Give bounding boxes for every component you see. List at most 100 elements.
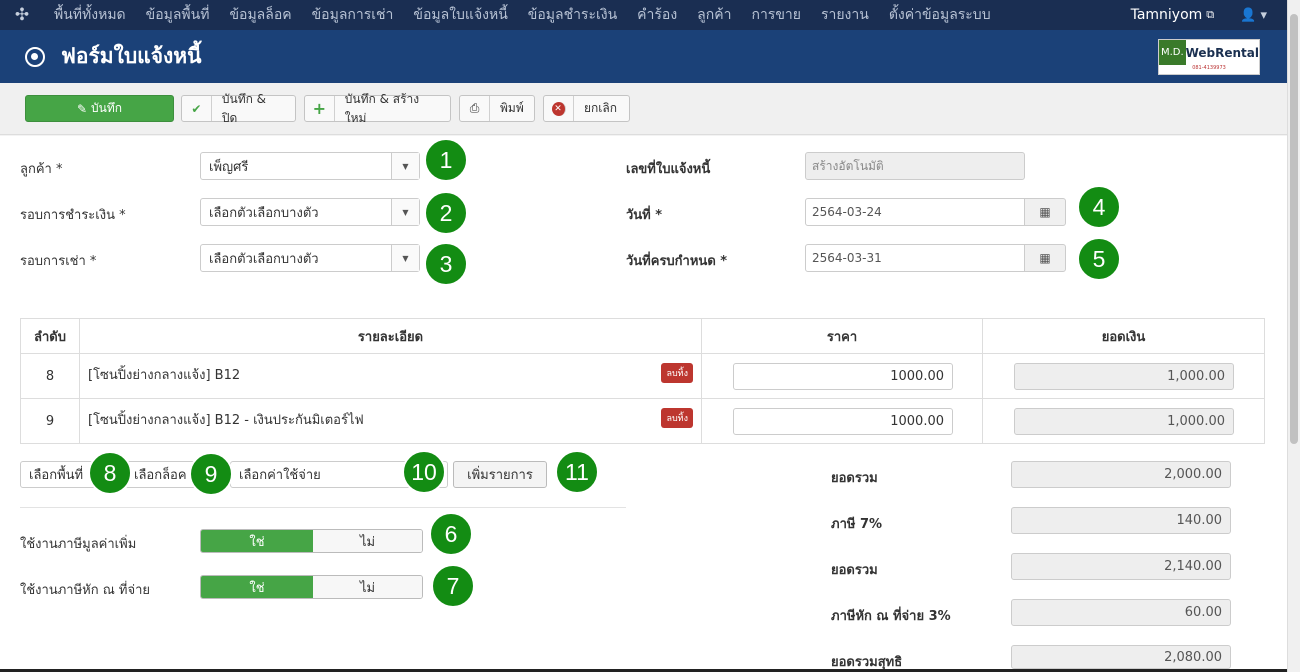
nav-user-area: Tamniyom ⧉ 👤 ▾ bbox=[1131, 0, 1267, 30]
save-button-label: บันทึก bbox=[91, 101, 123, 115]
add-item-button[interactable]: เพิ่มรายการ bbox=[453, 461, 547, 488]
due-date-label: วันที่ครบกำหนด * bbox=[626, 254, 728, 269]
nav-settings[interactable]: ตั้งค่าข้อมูลระบบ bbox=[879, 4, 1001, 26]
due-date-input[interactable]: 2564-03-31 bbox=[805, 244, 1025, 272]
joomla-icon[interactable]: ✣ bbox=[0, 5, 44, 25]
nav-requests[interactable]: คำร้อง bbox=[627, 4, 687, 26]
calendar-icon[interactable]: ▦ bbox=[1024, 198, 1066, 226]
price-input[interactable]: 1000.00 bbox=[733, 363, 953, 390]
print-icon: ⎙ bbox=[460, 96, 490, 121]
annotation-badge: 8 bbox=[88, 451, 132, 495]
chevron-down-icon[interactable]: ▼ bbox=[391, 153, 419, 179]
user-site-link[interactable]: Tamniyom bbox=[1131, 7, 1203, 23]
customer-label: ลูกค้า * bbox=[20, 162, 63, 177]
calendar-icon[interactable]: ▦ bbox=[1024, 244, 1066, 272]
nav-sales[interactable]: การขาย bbox=[741, 4, 811, 26]
nav-lock-data[interactable]: ข้อมูลล็อค bbox=[219, 4, 301, 26]
vat-toggle: ใช่ ไม่ bbox=[200, 529, 423, 553]
nav-payment-data[interactable]: ข้อมูลชำระเงิน bbox=[518, 4, 627, 26]
payment-cycle-select[interactable]: เลือกตัวเลือกบางตัว ▼ bbox=[200, 198, 420, 226]
customer-select[interactable]: เพ็ญศรี ▼ bbox=[200, 152, 420, 180]
date-input[interactable]: 2564-03-24 bbox=[805, 198, 1025, 226]
nav-invoice-data[interactable]: ข้อมูลใบแจ้งหนี้ bbox=[403, 4, 517, 26]
nav-all-areas[interactable]: พื้นที่ทั้งหมด bbox=[44, 4, 136, 26]
row-desc-cell: [โซนปิ้งย่างกลางแจ้ง] B12 ลบทิ้ง bbox=[79, 353, 702, 399]
rental-cycle-select[interactable]: เลือกตัวเลือกบางตัว ▼ bbox=[200, 244, 420, 272]
chevron-down-icon[interactable]: ▼ bbox=[391, 245, 419, 271]
row-price-cell: 1000.00 bbox=[701, 398, 983, 444]
divider bbox=[20, 507, 626, 508]
vat-no-option[interactable]: ไม่ bbox=[313, 530, 422, 552]
cancel-label: ยกเลิก bbox=[584, 101, 618, 115]
amount-field: 1,000.00 bbox=[1014, 408, 1234, 435]
price-input[interactable]: 1000.00 bbox=[733, 408, 953, 435]
brand-logo: M.D. WebRental 081-4139973 bbox=[1158, 39, 1260, 75]
nav-area-data[interactable]: ข้อมูลพื้นที่ bbox=[136, 4, 220, 26]
row-amount-cell: 1,000.00 bbox=[982, 353, 1265, 399]
check-icon: ✔ bbox=[182, 96, 212, 121]
form-content: ลูกค้า * เพ็ญศรี ▼ รอบการชำระเงิน * เลือ… bbox=[0, 136, 1287, 672]
print-label: พิมพ์ bbox=[500, 101, 524, 115]
cancel-button[interactable]: ✕ ยกเลิก bbox=[543, 95, 630, 122]
cancel-icon-wrap: ✕ bbox=[544, 96, 574, 121]
wht-no-option[interactable]: ไม่ bbox=[313, 576, 422, 598]
annotation-badge: 5 bbox=[1077, 237, 1121, 281]
edit-icon: ✎ bbox=[76, 101, 88, 116]
save-close-button[interactable]: ✔ บันทึก & ปิด bbox=[181, 92, 296, 125]
col-amount: ยอดเงิน bbox=[982, 318, 1265, 354]
wht-amount-label: ภาษีหัก ณ ที่จ่าย 3% bbox=[831, 609, 951, 624]
annotation-badge: 11 bbox=[555, 450, 599, 494]
top-navbar: ✣ พื้นที่ทั้งหมด ข้อมูลพื้นที่ ข้อมูลล็อ… bbox=[0, 0, 1287, 30]
annotation-badge: 1 bbox=[424, 138, 468, 182]
scrollbar-thumb[interactable] bbox=[1290, 14, 1298, 444]
vat-amount-label: ภาษี 7% bbox=[831, 517, 883, 532]
col-price: ราคา bbox=[701, 318, 983, 354]
row-amount-cell: 1,000.00 bbox=[982, 398, 1265, 444]
nav-rental-data[interactable]: ข้อมูลการเช่า bbox=[302, 4, 404, 26]
row-desc-cell: [โซนปิ้งย่างกลางแจ้ง] B12 - เงินประกันมิ… bbox=[79, 398, 702, 444]
annotation-badge: 6 bbox=[429, 512, 473, 556]
print-button[interactable]: ⎙ พิมพ์ bbox=[459, 95, 535, 122]
subtotal-label: ยอดรวม bbox=[831, 471, 878, 486]
save-new-button[interactable]: + บันทึก & สร้างใหม่ bbox=[304, 92, 451, 125]
cancel-icon: ✕ bbox=[551, 101, 566, 116]
logo-phone: 081-4139973 bbox=[1192, 65, 1226, 71]
delete-row-button[interactable]: ลบทิ้ง bbox=[661, 408, 693, 428]
page-header: ฟอร์มใบแจ้งหนี้ M.D. WebRental 081-41399… bbox=[0, 30, 1287, 83]
row-no: 9 bbox=[20, 398, 80, 444]
row-no: 8 bbox=[20, 353, 80, 399]
total-field: 2,140.00 bbox=[1011, 553, 1231, 580]
vat-yes-option[interactable]: ใช่ bbox=[201, 530, 313, 552]
wht-label: ใช้งานภาษีหัก ณ ที่จ่าย bbox=[20, 583, 151, 598]
annotation-badge: 2 bbox=[424, 191, 468, 235]
payment-cycle-select-value: เลือกตัวเลือกบางตัว bbox=[209, 205, 319, 221]
user-icon[interactable]: 👤 ▾ bbox=[1240, 8, 1267, 23]
annotation-badge: 9 bbox=[189, 452, 233, 496]
wht-yes-option[interactable]: ใช่ bbox=[201, 576, 313, 598]
plus-icon: + bbox=[305, 96, 335, 121]
table-row: 8 [โซนปิ้งย่างกลางแจ้ง] B12 ลบทิ้ง 1000.… bbox=[20, 353, 1265, 399]
annotation-badge: 7 bbox=[431, 564, 475, 608]
nav-reports[interactable]: รายงาน bbox=[811, 4, 879, 26]
col-no: ลำดับ bbox=[20, 318, 80, 354]
toolbar: ✎ บันทึก ✔ บันทึก & ปิด + บันทึก & สร้าง… bbox=[0, 83, 1287, 135]
rental-cycle-label: รอบการเช่า * bbox=[20, 254, 97, 269]
delete-row-button[interactable]: ลบทิ้ง bbox=[661, 363, 693, 383]
wht-amount-field: 60.00 bbox=[1011, 599, 1231, 626]
page-scrollbar[interactable] bbox=[1287, 0, 1300, 672]
chevron-down-icon[interactable]: ▼ bbox=[391, 199, 419, 225]
total-label: ยอดรวม bbox=[831, 563, 878, 578]
save-button[interactable]: ✎ บันทึก bbox=[25, 95, 174, 122]
net-total-field: 2,080.00 bbox=[1011, 645, 1231, 669]
external-link-icon[interactable]: ⧉ bbox=[1206, 8, 1214, 22]
logo-webrental-text: WebRental bbox=[1185, 45, 1259, 60]
subtotal-field: 2,000.00 bbox=[1011, 461, 1231, 488]
customer-select-value: เพ็ญศรี bbox=[209, 159, 249, 175]
vat-label: ใช้งานภาษีมูลค่าเพิ่ม bbox=[20, 537, 137, 552]
page-title: ฟอร์มใบแจ้งหนี้ bbox=[61, 44, 202, 68]
logo-md-text: M.D. bbox=[1159, 40, 1186, 65]
rental-cycle-select-value: เลือกตัวเลือกบางตัว bbox=[209, 251, 319, 267]
table-row: 9 [โซนปิ้งย่างกลางแจ้ง] B12 - เงินประกัน… bbox=[20, 398, 1265, 444]
invoice-no-label: เลขที่ใบแจ้งหนี้ bbox=[626, 162, 711, 177]
nav-customers[interactable]: ลูกค้า bbox=[687, 4, 741, 26]
